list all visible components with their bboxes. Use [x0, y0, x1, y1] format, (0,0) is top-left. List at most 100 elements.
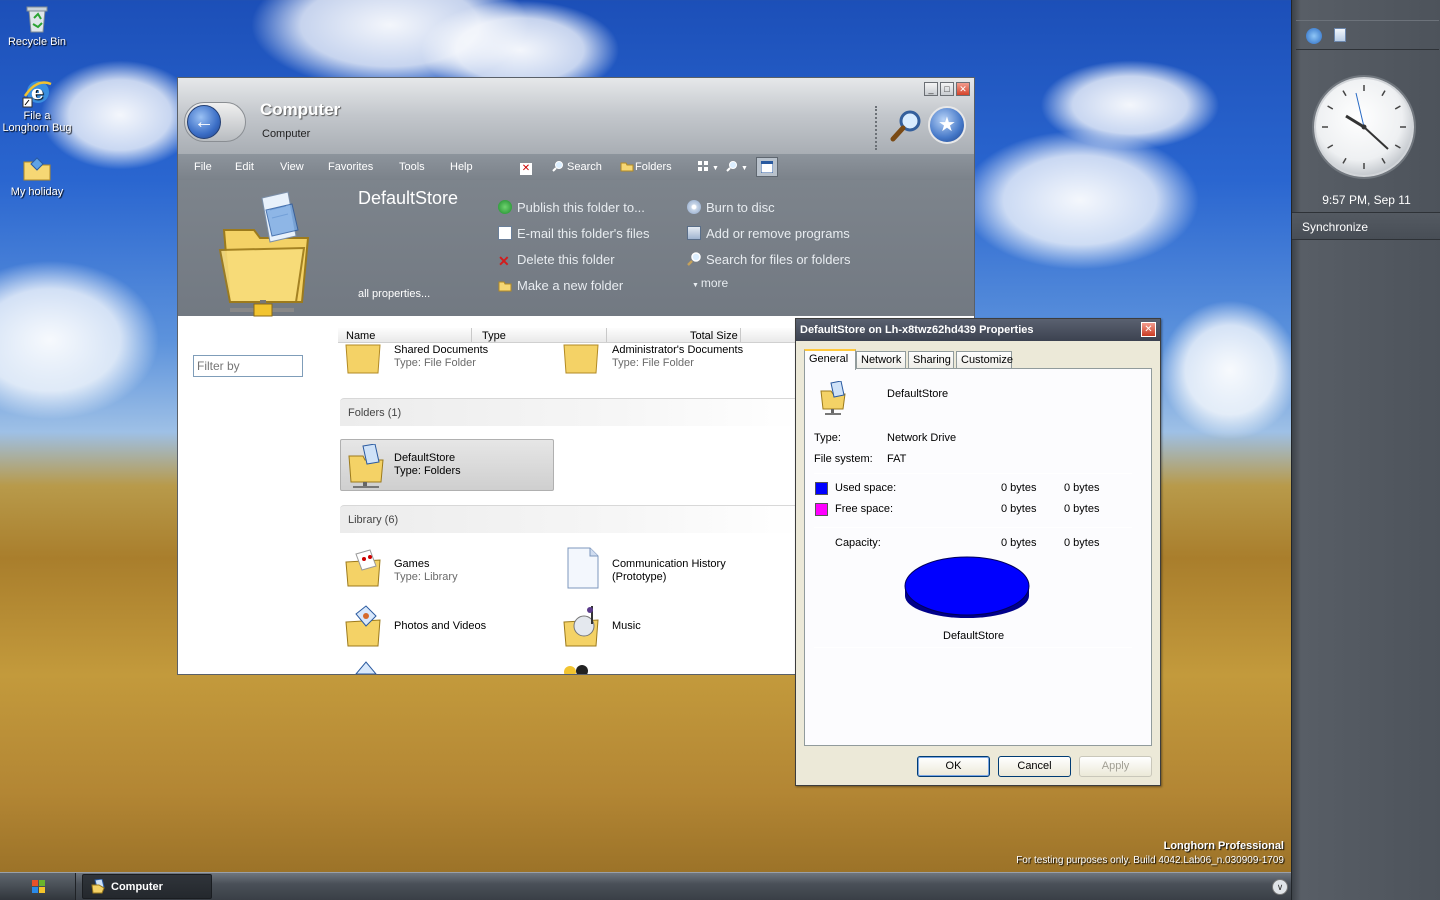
tab-general[interactable]: General [804, 349, 856, 370]
more-link[interactable]: ▼ more [692, 276, 728, 290]
start-button[interactable] [0, 873, 76, 900]
publish-folder-link[interactable]: Publish this folder to... [498, 200, 645, 215]
type-value: Network Drive [887, 432, 957, 444]
search-files-link[interactable]: Search for files or folders [687, 252, 851, 267]
group-header-library[interactable]: Library (6) [340, 505, 800, 533]
tab-customize[interactable]: Customize [956, 351, 1013, 369]
list-item-shared-documents[interactable]: Shared Documents Type: File Folder [394, 344, 488, 370]
zoom-button[interactable]: ▼ [726, 160, 748, 173]
notes-icon[interactable] [1334, 28, 1346, 42]
email-icon [498, 226, 512, 240]
menu-favorites[interactable]: Favorites [328, 161, 373, 173]
search-button[interactable]: Search [552, 160, 602, 173]
tab-network[interactable]: Network [856, 351, 906, 369]
tab-sharing[interactable]: Sharing [908, 351, 954, 369]
chevron-down-icon: ▼ [712, 165, 719, 172]
task-pane: DefaultStore all properties... Publish t… [178, 180, 974, 317]
views-button[interactable]: ▼ [697, 160, 719, 173]
close-button[interactable]: ✕ [956, 82, 970, 96]
menu-bar: File Edit View Favorites Tools Help ✕ Se… [178, 154, 974, 180]
menu-tools[interactable]: Tools [399, 161, 425, 173]
cloud [1040, 60, 1220, 150]
search-icon [552, 160, 564, 172]
stop-icon: ✕ [520, 163, 532, 175]
new-folder-link[interactable]: Make a new folder [498, 278, 623, 293]
email-files-link[interactable]: E-mail this folder's files [498, 226, 650, 241]
pie-label: DefaultStore [943, 630, 1005, 642]
used-space-bytes: 0 bytes [1001, 482, 1037, 494]
filter-input[interactable] [193, 355, 303, 377]
list-item-games[interactable]: Games Type: Library [394, 558, 458, 584]
ok-button[interactable]: OK [917, 756, 990, 777]
list-item-communication-history[interactable]: Communication History (Prototype) [612, 558, 726, 584]
menu-help[interactable]: Help [450, 161, 473, 173]
menu-view[interactable]: View [280, 161, 304, 173]
divider [814, 473, 1132, 474]
folders-button[interactable]: Folders [620, 160, 672, 173]
used-space-label: Used space: [835, 482, 897, 494]
list-item-defaultstore[interactable]: DefaultStore Type: Folders [340, 439, 554, 491]
all-properties-link[interactable]: all properties... [358, 288, 430, 300]
group-header-folders[interactable]: Folders (1) [340, 398, 800, 426]
recycle-bin-icon [21, 2, 53, 34]
favorites-star-icon[interactable]: ★ [928, 106, 966, 144]
cloud [960, 130, 1200, 270]
synchronize-tile[interactable]: Synchronize [1292, 212, 1440, 240]
list-item-administrators-documents[interactable]: Administrator's Documents Type: File Fol… [612, 344, 743, 370]
folder-icon [344, 341, 384, 375]
analog-clock[interactable] [1314, 77, 1414, 177]
preview-pane-button[interactable] [756, 157, 778, 177]
toolbar-grip[interactable] [875, 106, 878, 150]
capacity-label: Capacity: [835, 537, 881, 549]
free-space-label: Free space: [835, 503, 894, 515]
type-label: Type: [814, 432, 841, 444]
breadcrumb[interactable]: Computer [262, 128, 310, 140]
dialog-title-bar: DefaultStore on Lh-x8twz62hd439 Properti… [796, 319, 1160, 341]
used-space-swatch [815, 482, 828, 495]
folder-icon [620, 160, 634, 172]
clock-time: 9:57 PM, Sep 11 [1322, 193, 1411, 207]
desktop-icon-label: File a Longhorn Bug [2, 110, 72, 134]
apply-button[interactable]: Apply [1079, 756, 1152, 777]
list-item-photos-and-videos[interactable]: Photos and Videos [394, 620, 486, 633]
desktop-icon-my-holiday[interactable]: My holiday [0, 152, 74, 198]
stop-button[interactable]: ✕ [520, 160, 535, 175]
taskbar: Computer ∨ [0, 872, 1291, 900]
search-icon[interactable] [890, 108, 924, 142]
dialog-close-button[interactable]: ✕ [1141, 322, 1156, 337]
people-icon [562, 662, 602, 674]
games-folder-icon [344, 548, 384, 588]
menu-edit[interactable]: Edit [235, 161, 254, 173]
chevron-down-icon: ▼ [692, 282, 701, 289]
internet-icon[interactable] [1306, 28, 1322, 44]
list-item-music[interactable]: Music [612, 620, 641, 633]
cancel-button[interactable]: Cancel [998, 756, 1071, 777]
maximize-button[interactable]: □ [940, 82, 954, 96]
chevron-down-icon[interactable]: ∨ [1272, 879, 1288, 895]
window-title: Computer [260, 100, 341, 119]
capacity-size: 0 bytes [1064, 537, 1100, 549]
taskbar-button-computer[interactable]: Computer [82, 874, 212, 899]
music-folder-icon [562, 604, 602, 647]
network-folder-icon [819, 380, 849, 415]
burn-disc-link[interactable]: Burn to disc [687, 200, 775, 215]
desktop-icon-file-bug[interactable]: e File a Longhorn Bug [0, 76, 74, 134]
desktop-icon-label: Recycle Bin [7, 36, 67, 48]
delete-folder-link[interactable]: ✕ Delete this folder [498, 252, 615, 268]
minimize-button[interactable]: _ [924, 82, 938, 96]
globe-icon [498, 200, 512, 214]
desktop-icon-label: My holiday [10, 186, 64, 198]
free-space-bytes: 0 bytes [1001, 503, 1037, 515]
edition-watermark: Longhorn Professional [1163, 840, 1284, 852]
build-watermark: For testing purposes only. Build 4042.La… [1016, 855, 1284, 866]
folder-icon [344, 660, 384, 674]
back-button[interactable]: ← [184, 102, 246, 142]
properties-dialog[interactable]: DefaultStore on Lh-x8twz62hd439 Properti… [795, 318, 1161, 786]
column-type[interactable]: Type [482, 330, 506, 342]
menu-file[interactable]: File [194, 161, 212, 173]
column-total-size[interactable]: Total Size [690, 330, 738, 342]
divider [814, 647, 1132, 648]
desktop-icon-recycle-bin[interactable]: Recycle Bin [0, 2, 74, 48]
add-remove-programs-link[interactable]: Add or remove programs [687, 226, 850, 241]
folder-icon [21, 152, 53, 184]
